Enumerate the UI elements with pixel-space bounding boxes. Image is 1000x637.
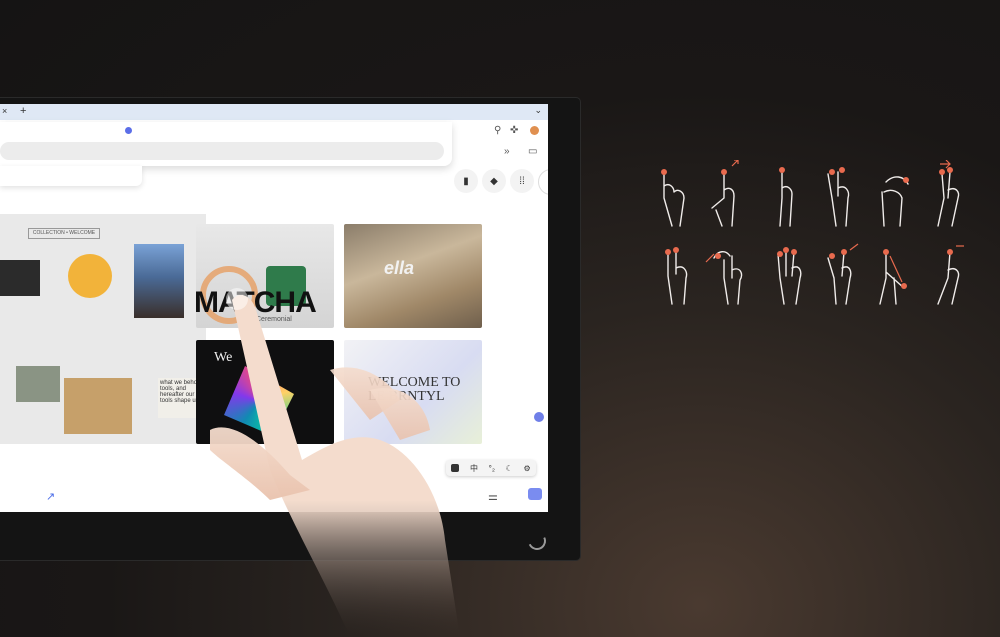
rotate-icon	[881, 176, 909, 227]
hand-rotate-icon	[713, 251, 743, 305]
swipe-right-icon	[937, 251, 960, 305]
three-finger-tap-icon	[777, 249, 802, 305]
one-finger-tap-icon	[663, 173, 685, 227]
folder-icon[interactable]: ▭	[528, 146, 537, 157]
collage-cabinet-image	[64, 378, 132, 434]
trend-icon[interactable]: ↗	[46, 490, 55, 503]
tab-list-button[interactable]: ⌄	[534, 105, 542, 116]
collage-photo	[16, 366, 60, 402]
ime-moon-button[interactable]: ☾	[506, 464, 513, 473]
extension-icon[interactable]: ⚲	[494, 125, 501, 136]
new-tab-button[interactable]: +	[20, 105, 26, 117]
tab-close-button[interactable]: ×	[2, 106, 7, 116]
touch-point-indicator	[226, 288, 248, 310]
bookmarks-overflow-button[interactable]: »	[504, 146, 510, 157]
address-input[interactable]	[0, 142, 444, 160]
bell-icon[interactable]: ◆	[482, 169, 506, 193]
collage-label: COLLECTION • WELCOME	[28, 228, 100, 239]
hand-image	[210, 295, 460, 637]
ime-symbol-button[interactable]: °₂	[489, 464, 495, 473]
sliders-icon[interactable]: ⚌	[488, 490, 498, 503]
one-finger-swipe-up-icon	[779, 171, 793, 227]
collage-yellow-circle	[68, 254, 112, 298]
one-finger-press-icon	[711, 173, 735, 227]
collage-dark-tile	[0, 260, 40, 296]
ime-settings-button[interactable]: ⚙	[523, 464, 530, 473]
account-avatar[interactable]	[538, 169, 548, 195]
bookmark-icon[interactable]: ▮	[454, 169, 478, 193]
gesture-icons-grid	[661, 160, 964, 305]
apps-grid-icon[interactable]: ⁞⁞	[510, 169, 534, 193]
puzzle-icon[interactable]: ✜	[510, 125, 518, 136]
power-indicator-icon	[525, 529, 549, 553]
chat-icon[interactable]	[528, 488, 542, 500]
address-suggestion-panel	[0, 122, 452, 166]
profile-avatar[interactable]	[530, 126, 539, 135]
three-finger-spread-icon	[827, 251, 852, 305]
collage-portrait	[134, 244, 184, 318]
assistant-float-icon[interactable]	[534, 412, 544, 422]
tab-bar: × + ⌄	[0, 104, 548, 120]
pinch-in-icon	[667, 249, 688, 305]
two-finger-tap-icon	[827, 171, 850, 227]
ime-chinese-button[interactable]: 中	[470, 463, 478, 474]
suggestion-dropdown[interactable]	[0, 166, 142, 186]
beach-title: ella	[384, 258, 415, 278]
assistant-icon	[125, 127, 132, 134]
two-finger-swipe-icon	[937, 171, 960, 227]
